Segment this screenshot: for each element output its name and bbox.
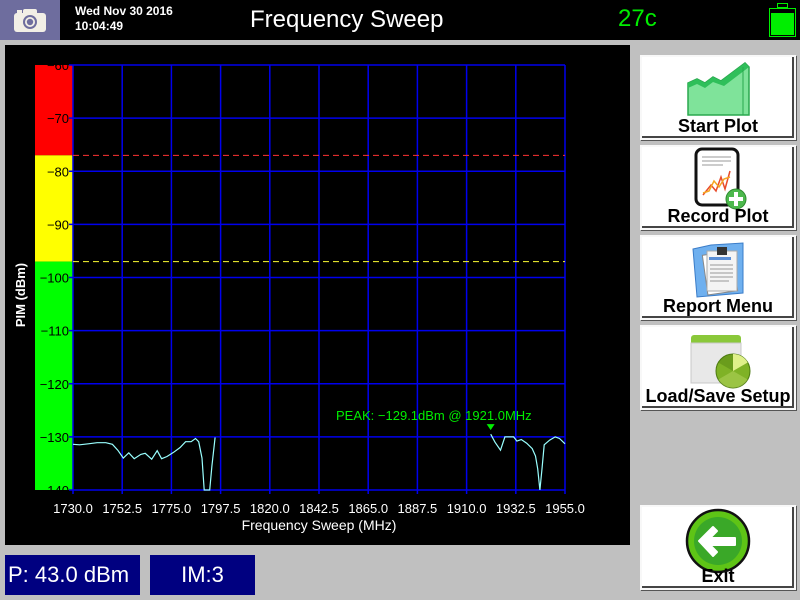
load-save-setup-label: Load/Save Setup [645,386,791,406]
y-tick-label: −90 [47,217,69,232]
y-tick-label: −70 [47,111,69,126]
frequency-sweep-chart: −60 −70 −80 −90 −100 −110 −120 −130 −140 1730.0 1… [13,58,585,533]
page-title: Frequency Sweep [250,6,444,33]
peak-label: PEAK: −129.1dBm @ 1921.0MHz [336,408,532,423]
y-tick-label: −80 [47,164,69,179]
peak-marker [486,424,495,431]
chart-panel: −60 −70 −80 −90 −100 −110 −120 −130 −140 1730.0 1… [5,45,630,545]
start-plot-label: Start Plot [677,116,758,136]
x-tick-label: 1820.0 [250,501,290,516]
top-bar: Wed Nov 30 2016 10:04:49 Frequency Sweep… [0,0,800,40]
y-tick-label: −130 [40,430,69,445]
exit-button[interactable]: Exit [640,505,796,590]
area-chart-icon [687,62,750,116]
x-tick-label: 1775.0 [152,501,192,516]
x-tick-label: 1955.0 [545,501,585,516]
record-plot-button[interactable]: Record Plot [640,145,796,230]
y-tick-label: −110 [41,324,69,339]
camera-icon [14,9,46,32]
datetime: Wed Nov 30 2016 10:04:49 [75,4,173,34]
report-menu-button[interactable]: Report Menu [640,235,796,320]
x-tick-label: 1865.0 [348,501,388,516]
power-readout: P: 43.0 dBm [5,555,140,595]
x-tick-label: 1910.0 [447,501,487,516]
temperature-readout: 27c [618,5,657,32]
y-tick-label: −140 [40,483,69,498]
x-tick-label: 1842.5 [299,501,339,516]
power-text: P: 43.0 dBm [8,562,130,587]
im-text: IM:3 [181,562,224,587]
y-tick-label: −120 [40,377,69,392]
record-plot-icon [694,147,747,210]
start-plot-button[interactable]: Start Plot [640,55,796,140]
x-tick-label: 1752.5 [102,501,142,516]
report-folder-icon [692,242,744,298]
x-axis-label: Frequency Sweep (MHz) [242,517,397,533]
x-tick-label: 1887.5 [398,501,438,516]
exit-label: Exit [701,566,735,586]
date-text: Wed Nov 30 2016 [75,4,173,18]
trace-band-1 [72,437,216,491]
x-tick-label: 1730.0 [53,501,93,516]
load-save-icon [690,335,751,389]
trace-band-2 [490,433,566,491]
load-save-setup-button[interactable]: Load/Save Setup [640,325,796,410]
back-arrow-icon [685,508,751,574]
x-tick-label: 1932.5 [496,501,536,516]
y-tick-label: −100 [40,271,69,286]
time-text: 10:04:49 [75,19,124,33]
x-tick-label: 1797.5 [201,501,241,516]
im-order-readout[interactable]: IM:3 [150,555,255,595]
record-plot-label: Record Plot [667,206,769,226]
y-tick-label: −60 [47,58,69,73]
screenshot-button[interactable] [0,0,60,40]
y-axis-label: PIM (dBm) [13,263,28,327]
report-menu-label: Report Menu [663,296,773,316]
battery-icon [769,3,796,37]
